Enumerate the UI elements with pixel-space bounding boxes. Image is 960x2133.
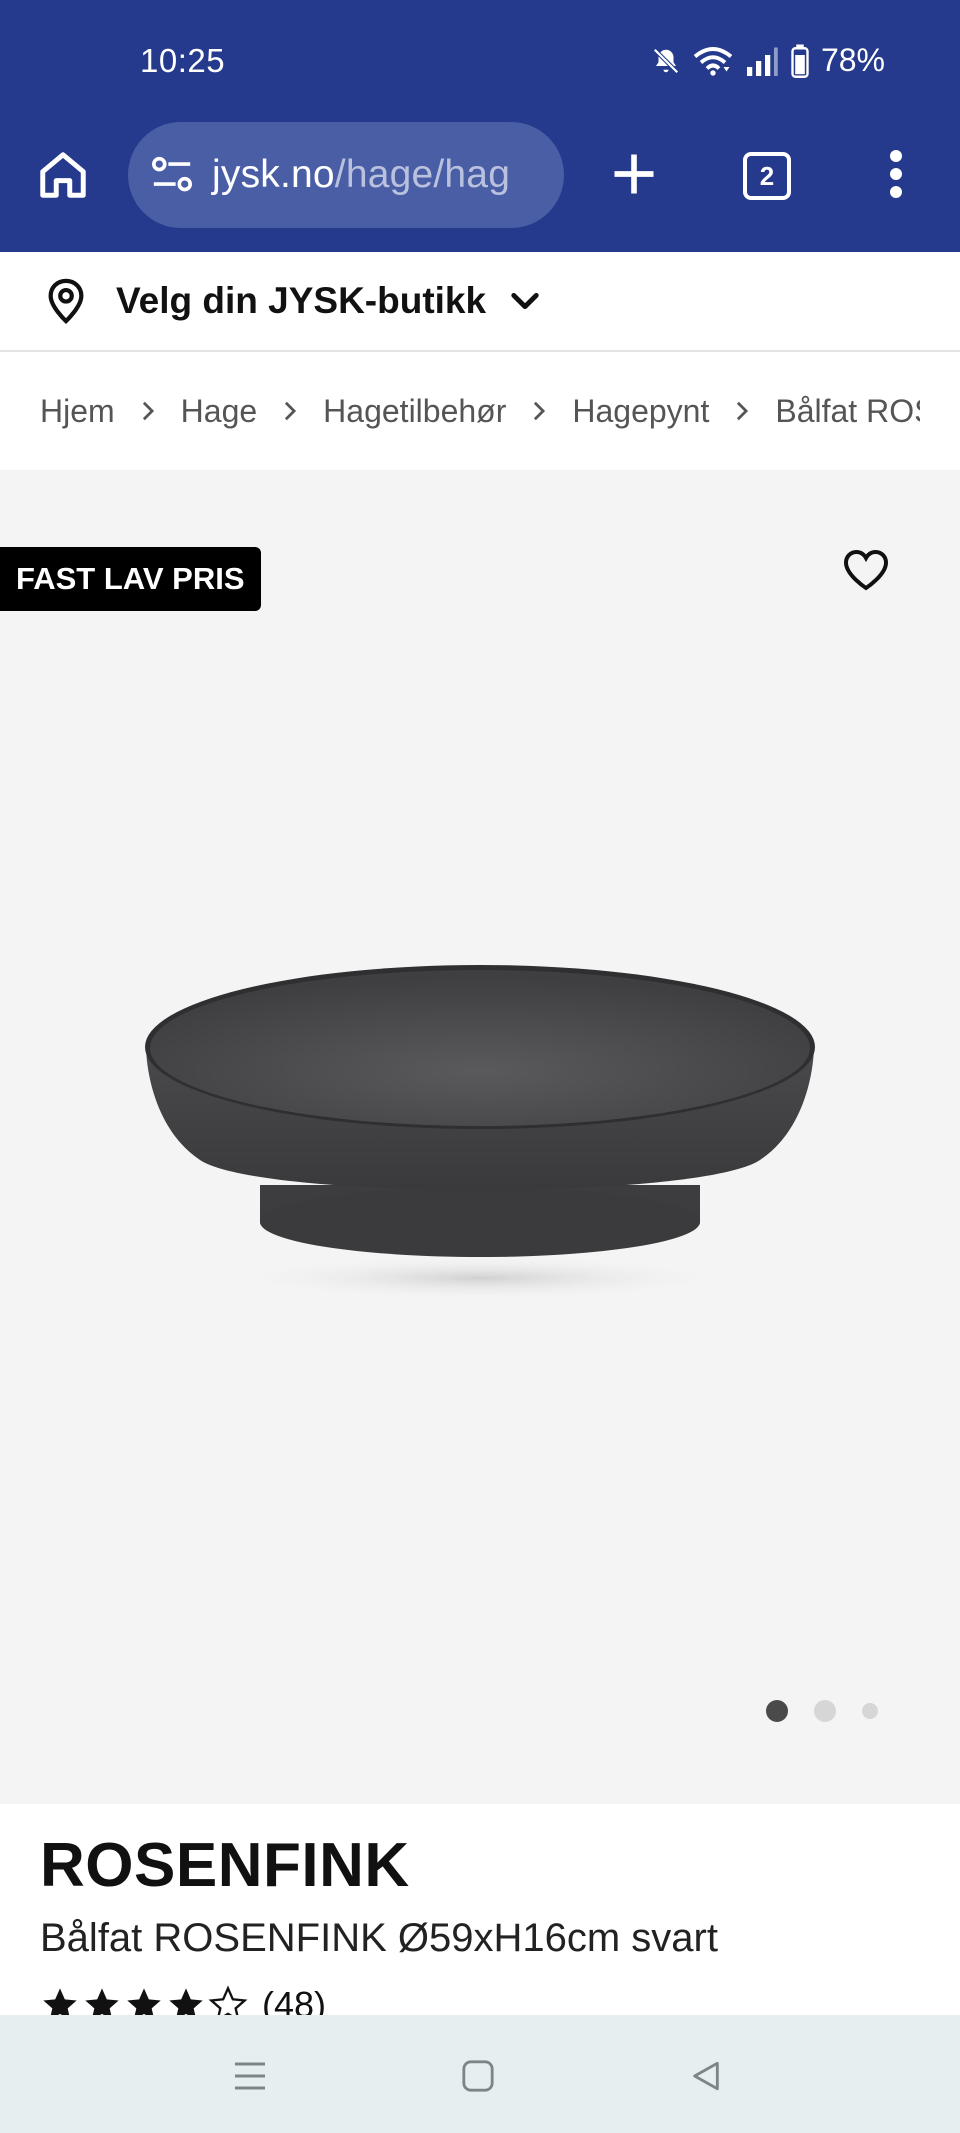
carousel-dot[interactable] xyxy=(766,1700,788,1722)
more-menu-icon[interactable] xyxy=(880,148,912,200)
breadcrumb-item[interactable]: Hagetilbehør xyxy=(323,393,506,430)
breadcrumb-current: Bålfat ROSENFINK xyxy=(775,392,920,429)
system-nav-bar xyxy=(0,2015,960,2133)
battery-icon xyxy=(791,44,809,78)
store-selector[interactable]: Velg din JYSK-butikk xyxy=(0,252,960,352)
breadcrumb: Hjem Hage Hagetilbehør Hagepynt Bålfat R… xyxy=(0,352,960,470)
star-filled-icon xyxy=(85,1988,119,2016)
product-title: Bålfat ROSENFINK Ø59xH16cm svart xyxy=(40,1916,718,1960)
tab-switcher-button[interactable]: 2 xyxy=(743,152,791,200)
status-time: 10:25 xyxy=(140,42,226,79)
star-filled-icon xyxy=(169,1988,203,2016)
home-icon[interactable] xyxy=(36,148,90,202)
url-text[interactable]: jysk.no/hage/hag xyxy=(212,153,510,197)
chevron-right-icon xyxy=(142,401,154,421)
chevron-right-icon xyxy=(285,401,297,421)
back-icon[interactable] xyxy=(688,2059,724,2093)
price-badge: FAST LAV PRIS xyxy=(0,547,261,611)
carousel-dot[interactable] xyxy=(814,1700,836,1722)
wifi-icon xyxy=(693,46,733,76)
product-brand: ROSENFINK xyxy=(40,1831,410,1900)
star-filled-icon xyxy=(127,1988,161,2016)
carousel-dot[interactable] xyxy=(862,1703,878,1719)
breadcrumb-item[interactable]: Hjem xyxy=(40,393,115,430)
site-settings-icon[interactable] xyxy=(150,155,194,195)
location-pin-icon xyxy=(48,278,84,324)
star-filled-icon xyxy=(43,1988,77,2016)
star-outline-icon xyxy=(208,1985,248,2016)
chevron-right-icon xyxy=(534,401,546,421)
recents-icon[interactable] xyxy=(232,2059,268,2093)
store-selector-label: Velg din JYSK-butikk xyxy=(116,280,487,321)
breadcrumb-item[interactable]: Hagepynt xyxy=(572,393,709,430)
signal-icon xyxy=(746,47,778,76)
carousel-dots xyxy=(766,1700,878,1722)
product-gallery[interactable]: FAST LAV PRIS xyxy=(0,470,960,1804)
battery-level: 78% xyxy=(820,42,885,78)
review-count[interactable]: (48) xyxy=(262,1984,326,2016)
heart-icon[interactable] xyxy=(842,548,890,592)
breadcrumb-item[interactable]: Hage xyxy=(181,393,258,430)
product-rating[interactable]: (48) xyxy=(40,1984,326,2016)
url-path: /hage/hag xyxy=(334,153,511,196)
chevron-down-icon xyxy=(511,292,539,310)
browser-row: jysk.no/hage/hag 2 xyxy=(0,118,960,230)
chevron-right-icon xyxy=(737,401,749,421)
address-bar[interactable]: jysk.no/hage/hag xyxy=(128,122,564,228)
status-icons: 78% xyxy=(651,42,885,79)
url-host: jysk.no xyxy=(212,153,335,196)
product-info: ROSENFINK Bålfat ROSENFINK Ø59xH16cm sva… xyxy=(0,1804,960,2016)
product-image[interactable] xyxy=(140,960,820,1300)
tab-count: 2 xyxy=(759,160,775,191)
bell-off-icon xyxy=(653,47,679,74)
new-tab-icon[interactable] xyxy=(608,148,660,200)
home-circle-icon[interactable] xyxy=(461,2059,495,2093)
browser-toolbar: 10:25 78% jysk.no/hage/hag 2 xyxy=(0,0,960,252)
